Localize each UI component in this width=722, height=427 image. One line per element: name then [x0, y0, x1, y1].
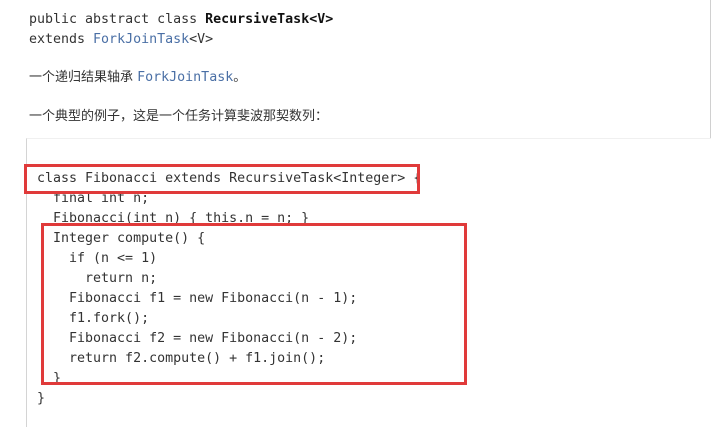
extends-keyword: extends [29, 32, 94, 47]
class-name: RecursiveTask<V> [205, 12, 334, 27]
class-signature-line-1: public abstract class RecursiveTask<V> [29, 10, 333, 30]
example-intro: 一个典型的例子，这是一个任务计算斐波那契数列： [29, 109, 329, 124]
class-signature-line-2: extends ForkJoinTask<V> [29, 30, 213, 50]
highlight-box-compute-method [41, 223, 467, 385]
type-param: <V> [189, 32, 214, 47]
description-period: 。 [233, 70, 247, 85]
description-forkjointask-link[interactable]: ForkJoinTask [137, 70, 233, 85]
forkjointask-link[interactable]: ForkJoinTask [93, 32, 189, 47]
highlight-box-class-declaration [24, 164, 420, 194]
signature-modifiers: public abstract class [29, 12, 206, 27]
class-description: 一个递归结果轴承 ForkJoinTask。 [29, 68, 246, 88]
description-text: 一个递归结果轴承 [29, 70, 138, 85]
code-line: } [37, 391, 46, 406]
